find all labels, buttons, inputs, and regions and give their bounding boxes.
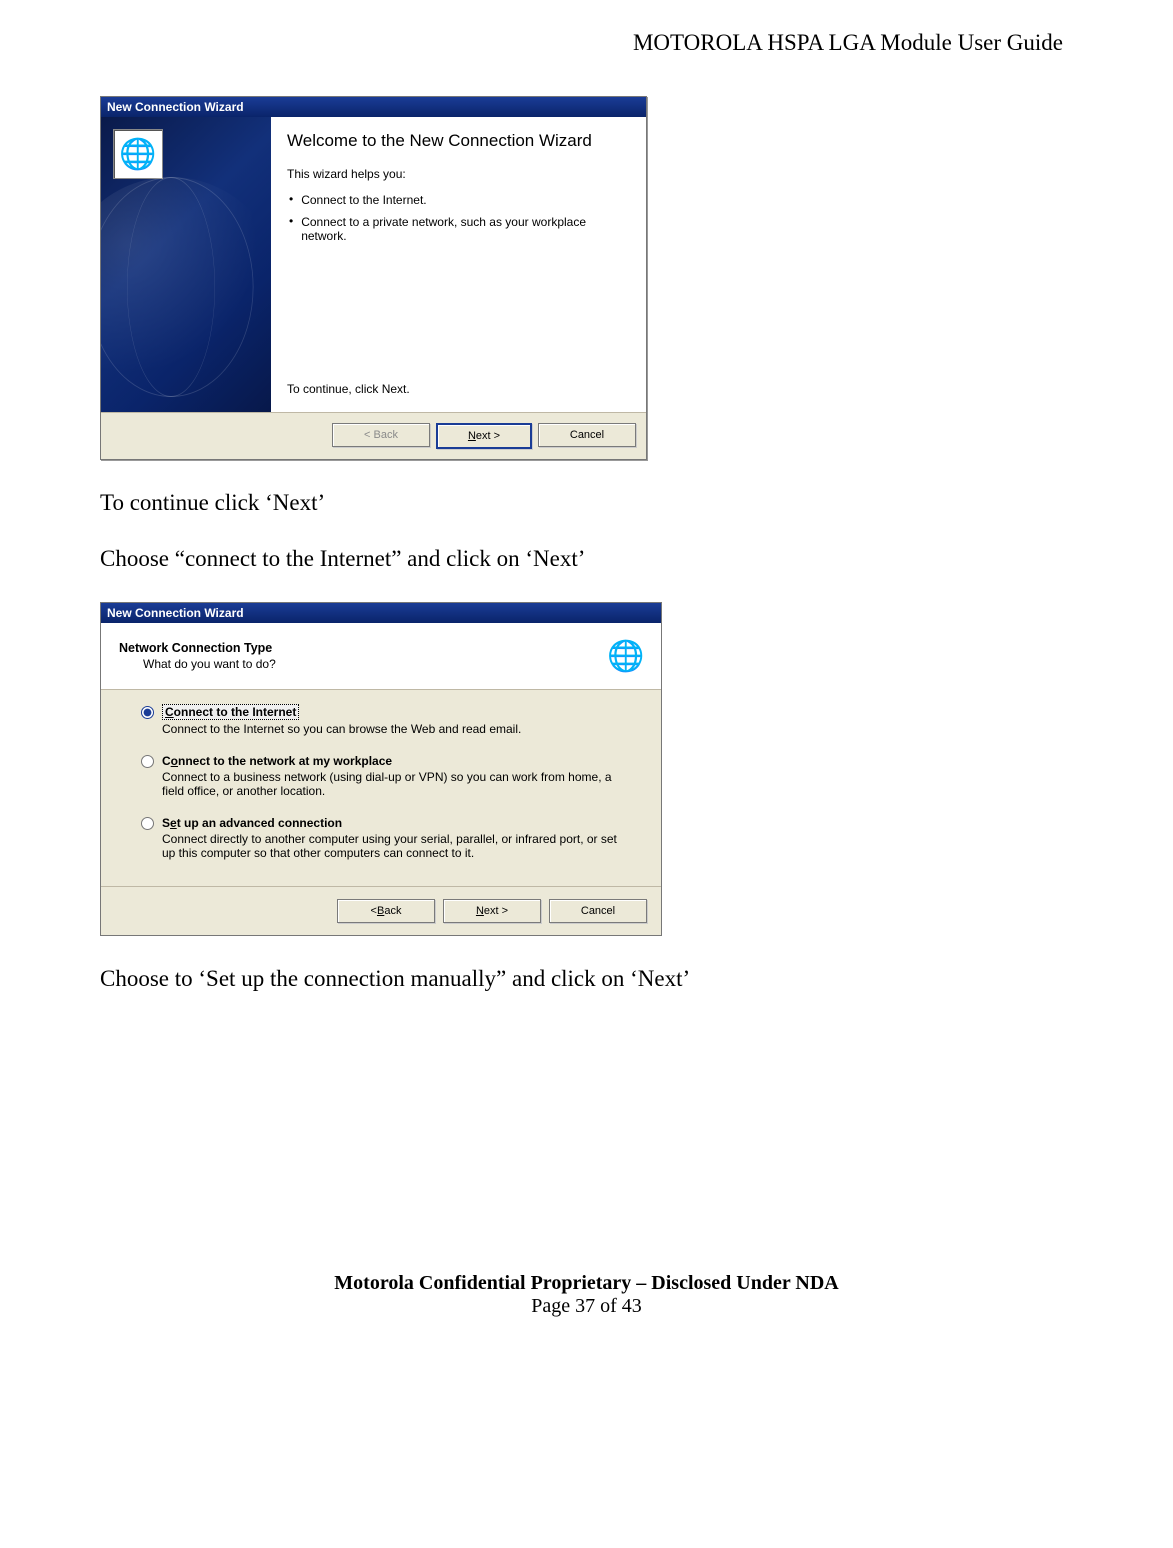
radio-connect-internet[interactable] <box>141 706 154 719</box>
dialog-content: Welcome to the New Connection Wizard Thi… <box>271 117 646 412</box>
next-button[interactable]: Next > <box>443 899 541 923</box>
body-paragraph-1: To continue click ‘Next’ <box>100 490 1073 516</box>
wizard-heading: Welcome to the New Connection Wizard <box>287 131 630 151</box>
connection-type-options: Connect to the Internet Connect to the I… <box>101 690 661 886</box>
footer-confidential: Motorola Confidential Proprietary – Disc… <box>100 1272 1073 1295</box>
dialog-body: 🌐 Welcome to the New Connection Wizard T… <box>101 117 646 412</box>
dialog-button-row: < Back Next > Cancel <box>101 412 646 459</box>
dialog-button-row: < Back Next > Cancel <box>101 886 661 935</box>
option-label: Connect to the network at my workplace <box>162 754 392 768</box>
bullet-internet: Connect to the Internet. <box>287 193 630 207</box>
radio-advanced-connection[interactable] <box>141 817 154 830</box>
page-footer: Motorola Confidential Proprietary – Disc… <box>100 1272 1073 1318</box>
option-description: Connect to a business network (using dia… <box>162 770 621 798</box>
next-button[interactable]: Next > <box>436 423 532 449</box>
option-label: Connect to the Internet <box>162 704 299 720</box>
cancel-button[interactable]: Cancel <box>538 423 636 447</box>
radio-connect-workplace[interactable] <box>141 755 154 768</box>
globe-icon: 🌐 <box>113 129 163 179</box>
page-title: MOTOROLA HSPA LGA Module User Guide <box>100 30 1073 56</box>
wizard-welcome-dialog: New Connection Wizard 🌐 Welcome to the N… <box>100 96 647 460</box>
bullet-private-network: Connect to a private network, such as yo… <box>287 215 630 243</box>
body-paragraph-3: Choose to ‘Set up the connection manuall… <box>100 966 1073 992</box>
dialog-titlebar: New Connection Wizard <box>101 97 646 117</box>
option-advanced-connection[interactable]: Set up an advanced connection Connect di… <box>141 816 621 860</box>
wizard-type-dialog: New Connection Wizard Network Connection… <box>100 602 662 936</box>
dialog-heading: Network Connection Type <box>119 641 603 655</box>
dialog-subheading: What do you want to do? <box>143 657 603 671</box>
dialog-header: Network Connection Type What do you want… <box>101 623 661 690</box>
wizard-sidebar-graphic: 🌐 <box>101 117 271 412</box>
body-paragraph-2: Choose “connect to the Internet” and cli… <box>100 546 1073 572</box>
helps-intro: This wizard helps you: <box>287 167 630 181</box>
option-connect-workplace[interactable]: Connect to the network at my workplace C… <box>141 754 621 798</box>
cancel-button[interactable]: Cancel <box>549 899 647 923</box>
footer-page-number: Page 37 of 43 <box>100 1295 1073 1318</box>
option-label: Set up an advanced connection <box>162 816 342 830</box>
globe-icon: 🌐 <box>603 633 649 679</box>
option-connect-internet[interactable]: Connect to the Internet Connect to the I… <box>141 704 621 736</box>
option-description: Connect to the Internet so you can brows… <box>162 722 621 736</box>
continue-hint: To continue, click Next. <box>287 382 630 396</box>
back-button: < Back <box>332 423 430 447</box>
back-button[interactable]: < Back <box>337 899 435 923</box>
dialog-titlebar: New Connection Wizard <box>101 603 661 623</box>
option-description: Connect directly to another computer usi… <box>162 832 621 860</box>
